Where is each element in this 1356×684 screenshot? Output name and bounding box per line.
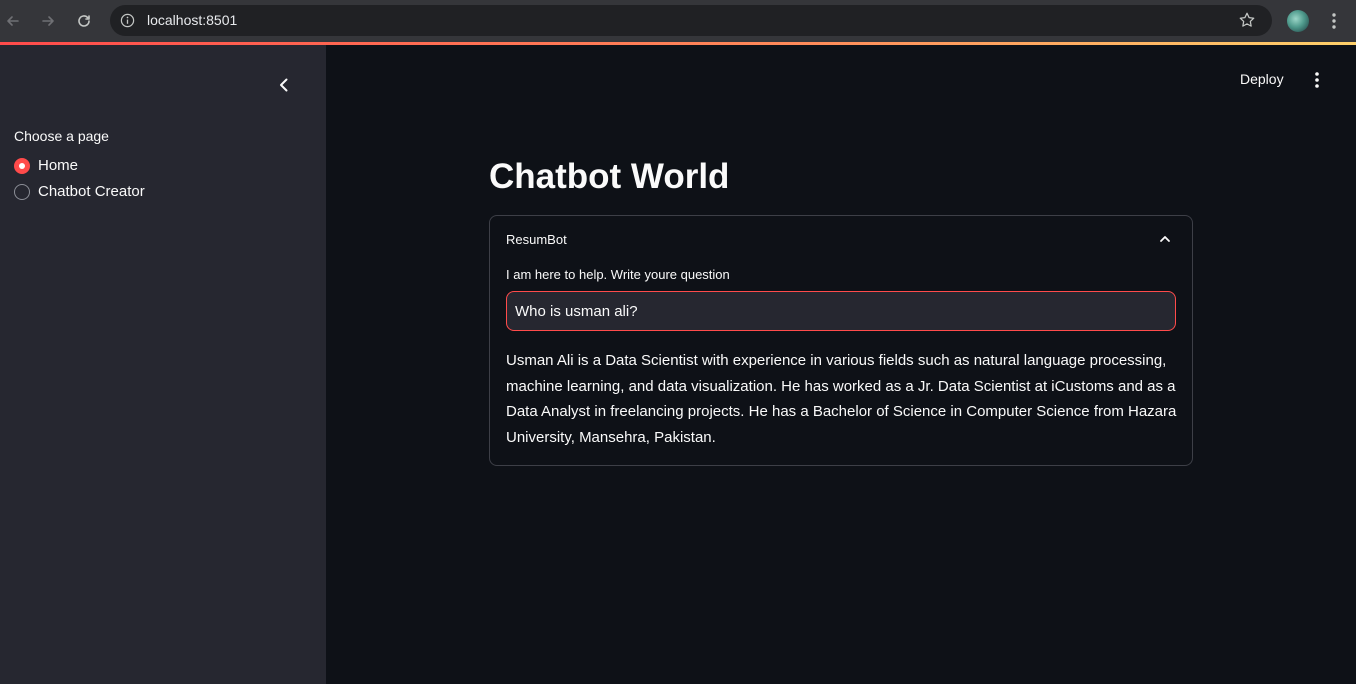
sidebar: Choose a page Home Chatbot Creator	[0, 45, 326, 684]
resumbot-expander: ResumBot I am here to help. Write youre …	[489, 215, 1193, 466]
expander-title[interactable]: ResumBot	[506, 232, 567, 247]
page-title: Chatbot World	[489, 157, 730, 196]
radio-option-label: Home	[38, 157, 79, 174]
sidebar-collapse-icon[interactable]	[274, 75, 294, 95]
page-radio-label: Choose a page	[14, 128, 109, 144]
deploy-button[interactable]: Deploy	[1240, 71, 1284, 87]
radio-option-home[interactable]: Home	[14, 157, 78, 174]
bot-answer-text: Usman Ali is a Data Scientist with exper…	[506, 352, 1177, 446]
forward-arrow-icon[interactable]	[36, 9, 60, 33]
question-input[interactable]: Who is usman ali?	[506, 291, 1176, 331]
back-arrow-icon[interactable]	[1, 9, 25, 33]
browser-toolbar: localhost:8501	[0, 0, 1356, 42]
address-bar[interactable]: localhost:8501	[110, 5, 1272, 36]
reload-icon[interactable]	[72, 9, 96, 33]
radio-selected-icon[interactable]	[14, 157, 30, 174]
radio-unselected-icon[interactable]	[14, 183, 30, 200]
chrome-menu-icon[interactable]	[1323, 10, 1345, 32]
main-content: Deploy Chatbot World ResumBot I am here …	[326, 45, 1356, 684]
chevron-up-icon[interactable]	[1157, 231, 1173, 247]
bookmark-star-icon[interactable]	[1238, 11, 1256, 29]
main-menu-icon[interactable]	[1307, 70, 1327, 90]
radio-option-chatbot-creator[interactable]: Chatbot Creator	[14, 183, 145, 200]
url-text: localhost:8501	[147, 12, 238, 28]
profile-avatar[interactable]	[1287, 10, 1309, 32]
site-info-icon[interactable]	[120, 13, 135, 28]
question-input-label: I am here to help. Write youre question	[506, 267, 730, 282]
radio-option-label: Chatbot Creator	[38, 183, 145, 200]
